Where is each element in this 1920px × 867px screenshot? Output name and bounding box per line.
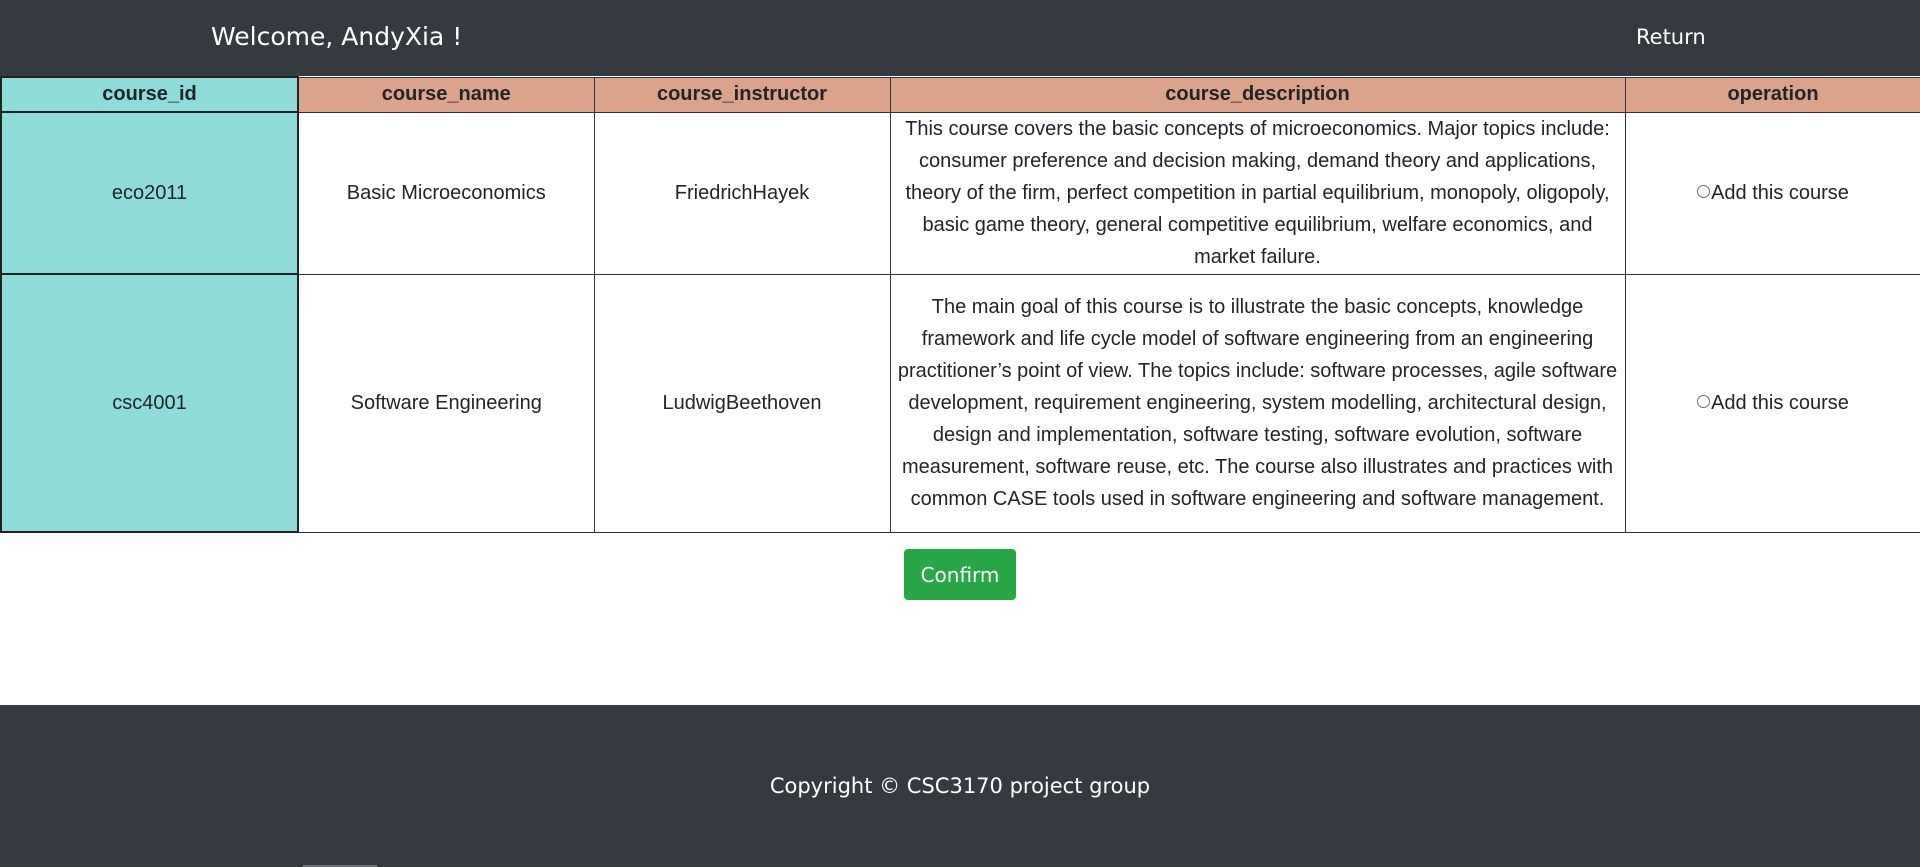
table-row: csc4001 Software Engineering LudwigBeeth… xyxy=(0,273,1920,533)
course-id-cell: eco2011 xyxy=(0,111,299,275)
course-name-cell: Software Engineering xyxy=(297,273,595,533)
course-name-cell: Basic Microeconomics xyxy=(297,111,595,275)
course-table: course_id course_name course_instructor … xyxy=(0,76,1920,533)
footer: Copyright © CSC3170 project group xyxy=(0,705,1920,867)
add-course-label: Add this course xyxy=(1711,182,1849,204)
confirm-button[interactable]: Confirm xyxy=(904,549,1016,600)
column-header-course-id: course_id xyxy=(0,76,299,113)
table-row: eco2011 Basic Microeconomics FriedrichHa… xyxy=(0,111,1920,275)
column-header-course-name: course_name xyxy=(297,76,595,113)
course-id-cell: csc4001 xyxy=(0,273,299,533)
course-instructor-cell: FriedrichHayek xyxy=(593,111,891,275)
operation-cell: Add this course xyxy=(1624,273,1920,533)
course-description-cell: This course covers the basic concepts of… xyxy=(889,111,1626,275)
add-course-radio[interactable] xyxy=(1697,395,1711,409)
return-link[interactable]: Return xyxy=(1636,25,1706,49)
copyright-text: Copyright © CSC3170 project group xyxy=(769,774,1151,798)
course-instructor-cell: LudwigBeethoven xyxy=(593,273,891,533)
welcome-message: Welcome, AndyXia ! xyxy=(211,22,463,51)
top-navbar: Welcome, AndyXia ! Return xyxy=(0,0,1920,76)
add-course-label: Add this course xyxy=(1711,392,1849,414)
add-course-radio[interactable] xyxy=(1697,185,1711,199)
column-header-operation: operation xyxy=(1624,76,1920,113)
column-header-course-description: course_description xyxy=(889,76,1626,113)
add-course-option[interactable]: Add this course xyxy=(1697,392,1849,414)
table-header-row: course_id course_name course_instructor … xyxy=(0,76,1920,113)
add-course-option[interactable]: Add this course xyxy=(1697,182,1849,204)
operation-cell: Add this course xyxy=(1624,111,1920,275)
column-header-course-instructor: course_instructor xyxy=(593,76,891,113)
course-description-cell: The main goal of this course is to illus… xyxy=(889,273,1626,533)
